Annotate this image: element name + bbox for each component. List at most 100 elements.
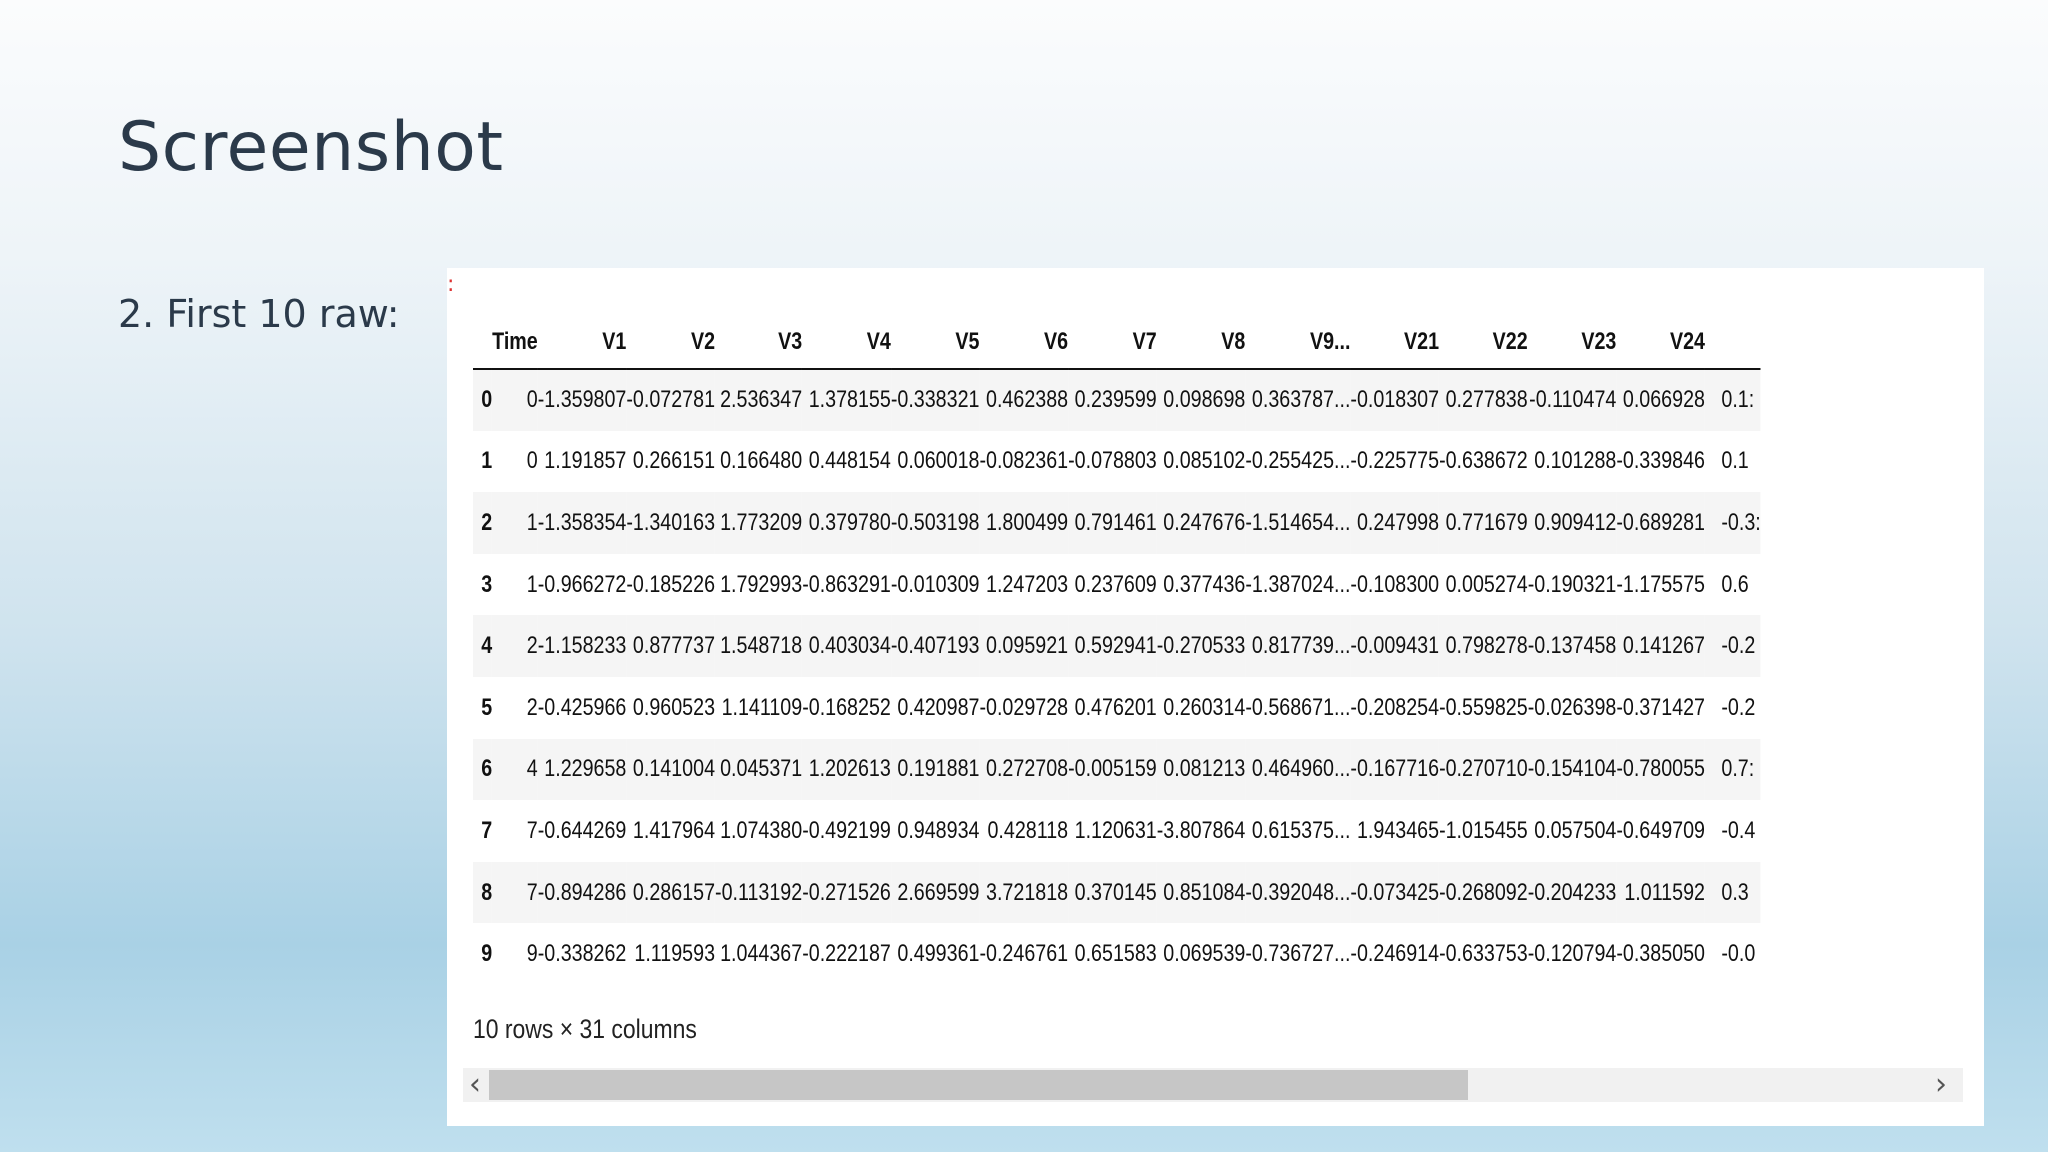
table-cell: -0.005159 — [1068, 755, 1157, 783]
table-cell: -0.4 — [1721, 816, 1756, 844]
table-cell: -0.268092 — [1439, 878, 1528, 906]
table-cell: 0.7: — [1721, 755, 1755, 783]
table-cell: -0.225775 — [1350, 447, 1440, 475]
table-cell: -1.358354 — [537, 508, 627, 536]
table-cell: 0.286157 — [632, 878, 716, 906]
table-cell: -0.559825 — [1439, 693, 1528, 721]
table-cell: 0.098698 — [1163, 386, 1246, 414]
table-cell: -1.387024 — [1245, 570, 1335, 598]
table-cell: 4 — [526, 755, 538, 783]
table-row: 4 2 -1.158233 0.877737 1.548718 0.403034 -0.40… — [473, 615, 1761, 677]
table-cell: 0.6 — [1721, 570, 1749, 598]
table-cell: -0.255425 — [1245, 447, 1335, 475]
table-cell: 0.877737 — [632, 632, 716, 660]
table-row: 1 0 1.191857 0.266151 0.166480 0.448154 0.0600… — [473, 431, 1761, 493]
table-cell: -0.108300 — [1350, 570, 1440, 598]
table-row: 8 7 -0.894286 0.286157 -0.113192 -0.271526 2.6… — [473, 861, 1761, 924]
table-cell: 0.1: — [1721, 386, 1755, 414]
table-cell: 0.045371 — [720, 755, 803, 783]
table-row: 0 0 -1.359807 -0.072781 2.536347 1.378155 -0.3… — [473, 369, 1761, 431]
table-cell: 0 — [526, 386, 538, 414]
chevron-left-icon[interactable]: ‹ — [463, 1068, 487, 1102]
chevron-right-icon[interactable]: › — [1929, 1068, 1953, 1102]
column-header: V5 — [890, 268, 980, 370]
table-cell: 7 — [526, 878, 538, 906]
table-cell: 1.417964 — [632, 816, 716, 844]
table-cell: 1.202613 — [808, 755, 891, 783]
table-cell: -0.167716 — [1350, 755, 1440, 783]
table-cell: 0.095921 — [986, 632, 1069, 660]
table-cell: -1.514654 — [1245, 508, 1335, 536]
row-index: 4 — [481, 632, 493, 660]
table-cell: -0.190321 — [1527, 570, 1617, 598]
table-cell: 0.909412 — [1534, 508, 1617, 536]
table-cell: 0.272708 — [986, 755, 1069, 783]
table-cell: -0.246761 — [979, 940, 1069, 968]
table-cell: -3.807864 — [1156, 816, 1246, 844]
table-cell: -0.078803 — [1068, 447, 1157, 475]
table-cell: ... — [1334, 632, 1351, 660]
table-cell: 0.420987 — [897, 693, 980, 721]
dataframe-viewport[interactable]: Time V1 V2 V3 V4 V5 V6 V7 V8 V9... V21 V22 V23 V24 00… — [473, 268, 1962, 978]
table-cell: 7 — [526, 816, 538, 844]
column-header: V2 — [626, 268, 716, 370]
table-cell: -0.029728 — [979, 693, 1069, 721]
row-index: 3 — [481, 570, 493, 598]
table-cell: 1.247203 — [986, 570, 1069, 598]
table-cell: 0.247676 — [1163, 508, 1246, 536]
table-cell: 0.191881 — [897, 755, 980, 783]
table-cell: 0.948934 — [897, 816, 980, 844]
table-cell: 0.266151 — [632, 447, 716, 475]
table-cell: 0.798278 — [1445, 632, 1528, 660]
row-index: 1 — [481, 447, 493, 475]
table-cell: -0.026398 — [1527, 693, 1617, 721]
table-cell: -0.073425 — [1350, 878, 1440, 906]
table-cell: -0.339846 — [1616, 447, 1705, 475]
column-header: V22 — [1439, 268, 1528, 370]
table-cell: -0.407193 — [890, 632, 980, 660]
table-cell: -0.2 — [1721, 632, 1756, 660]
table-cell: -0.371427 — [1616, 693, 1705, 721]
table-cell: 0.499361 — [897, 940, 980, 968]
table-cell: -1.175575 — [1616, 570, 1705, 598]
table-cell: 0.464960 — [1251, 755, 1335, 783]
table-cell: 0.277838 — [1445, 386, 1528, 414]
table-cell: -0.137458 — [1527, 632, 1617, 660]
table-cell: -0.633753 — [1439, 940, 1528, 968]
table-cell: -0.392048 — [1245, 878, 1335, 906]
column-header: V7 — [1068, 268, 1157, 370]
table-cell: 1.378155 — [808, 386, 891, 414]
table-cell: 0.428118 — [987, 816, 1069, 844]
row-index: 5 — [481, 693, 493, 721]
table-cell: 0.476201 — [1074, 693, 1157, 721]
table-row: 6 4 1.229658 0.141004 0.045371 1.202613 0.1918… — [473, 738, 1761, 801]
dataframe-table: Time V1 V2 V3 V4 V5 V6 V7 V8 V9... V21 V22 V23 V24 00… — [473, 268, 1761, 978]
table-cell: -1.158233 — [537, 632, 627, 660]
table-cell: -0.638672 — [1439, 447, 1528, 475]
table-cell: -0.009431 — [1350, 632, 1440, 660]
scrollbar-thumb[interactable] — [489, 1070, 1468, 1100]
table-cell: -1.015455 — [1439, 816, 1528, 844]
table-cell: 0 — [526, 447, 538, 475]
table-cell: 1.943465 — [1356, 816, 1440, 844]
table-cell: -0.246914 — [1350, 940, 1440, 968]
table-cell: -0.492199 — [802, 816, 891, 844]
table-cell: -0.649709 — [1616, 816, 1705, 844]
table-cell: 0.592941 — [1074, 632, 1157, 660]
table-cell: -0.113192 — [715, 878, 803, 906]
horizontal-scrollbar[interactable]: ‹ › — [463, 1068, 1963, 1102]
colon-marker-icon: : — [447, 272, 455, 297]
column-header — [1704, 268, 1761, 370]
table-row: 2 1 -1.358354 -1.340163 1.773209 0.379780 -0.5… — [473, 492, 1761, 554]
column-header: V24 — [1616, 268, 1705, 370]
table-cell: 0.141004 — [632, 755, 716, 783]
table-cell: -0.966272 — [537, 570, 627, 598]
row-index: 9 — [481, 940, 493, 968]
table-cell: 0.005274 — [1445, 570, 1528, 598]
slide-title: Screenshot — [118, 108, 504, 187]
table-cell: 0.791461 — [1074, 508, 1157, 536]
column-header: V4 — [802, 268, 891, 370]
table-cell: 1.141109 — [721, 693, 803, 721]
table-cell: 0.101288 — [1534, 447, 1617, 475]
column-header: ... — [1334, 268, 1351, 370]
